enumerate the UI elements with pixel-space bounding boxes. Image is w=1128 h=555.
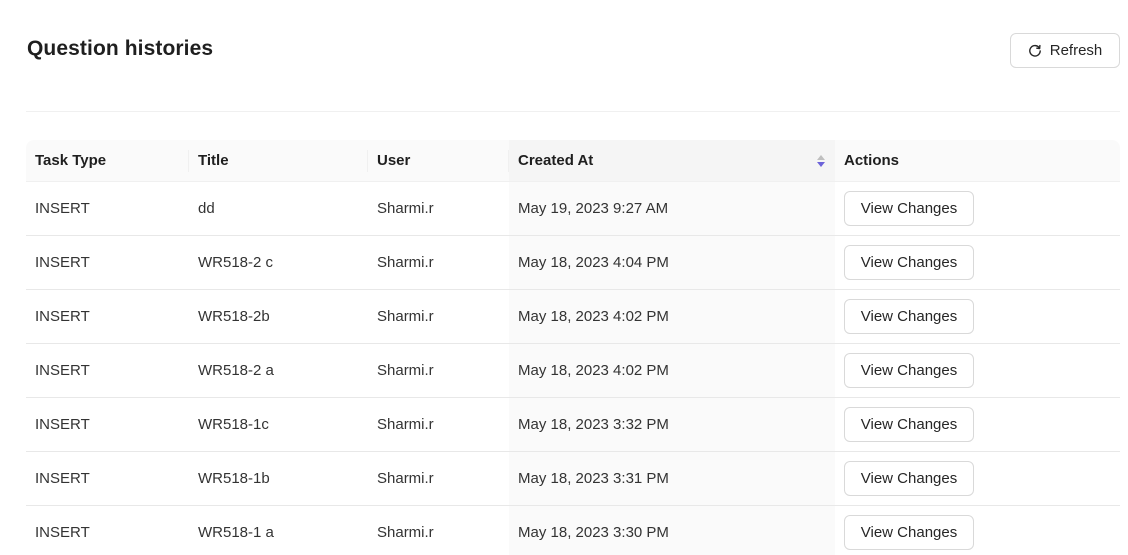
actions-cell: View Changes: [835, 290, 1120, 344]
column-header-created-at[interactable]: Created At: [509, 140, 835, 182]
title-cell: WR518-1b: [189, 452, 368, 506]
actions-cell: View Changes: [835, 182, 1120, 236]
table-row: INSERT WR518-2 a Sharmi.r May 18, 2023 4:02…: [26, 344, 1120, 398]
table-row: INSERT WR518-1c Sharmi.r May 18, 2023 3:32 …: [26, 398, 1120, 452]
actions-cell: View Changes: [835, 506, 1120, 555]
column-header-user: User: [368, 140, 509, 182]
created-at-cell: May 19, 2023 9:27 AM: [509, 182, 835, 236]
user-cell: Sharmi.r: [368, 236, 509, 290]
created-at-cell: May 18, 2023 4:02 PM: [509, 290, 835, 344]
refresh-button-label: Refresh: [1049, 42, 1103, 59]
actions-cell: View Changes: [835, 452, 1120, 506]
table-header-row: Task Type Title User Created At Actions: [26, 140, 1120, 182]
task-type-cell: INSERT: [26, 236, 189, 290]
title-cell: WR518-2b: [189, 290, 368, 344]
task-type-cell: INSERT: [26, 398, 189, 452]
created-at-cell: May 18, 2023 4:04 PM: [509, 236, 835, 290]
user-cell: Sharmi.r: [368, 398, 509, 452]
user-cell: Sharmi.r: [368, 344, 509, 398]
reload-icon: [1028, 44, 1041, 57]
table-row: INSERT dd Sharmi.r May 19, 2023 9:27 AM View…: [26, 182, 1120, 236]
task-type-cell: INSERT: [26, 290, 189, 344]
user-cell: Sharmi.r: [368, 290, 509, 344]
actions-cell: View Changes: [835, 236, 1120, 290]
table-row: INSERT WR518-1b Sharmi.r May 18, 2023 3:31 …: [26, 452, 1120, 506]
title-cell: WR518-2 a: [189, 344, 368, 398]
column-header-task-type: Task Type: [26, 140, 189, 182]
table-row: INSERT WR518-2 c Sharmi.r May 18, 2023 4:04…: [26, 236, 1120, 290]
column-header-title: Title: [189, 140, 368, 182]
task-type-cell: INSERT: [26, 344, 189, 398]
title-cell: WR518-2 c: [189, 236, 368, 290]
view-changes-button[interactable]: View Changes: [844, 407, 974, 442]
created-at-cell: May 18, 2023 3:31 PM: [509, 452, 835, 506]
view-changes-button[interactable]: View Changes: [844, 353, 974, 388]
table-row: INSERT WR518-1 a Sharmi.r May 18, 2023 3:30…: [26, 506, 1120, 555]
sort-icon[interactable]: [817, 154, 825, 167]
question-histories-page: Question histories Refresh Task Type Tit…: [0, 0, 1128, 555]
view-changes-button[interactable]: View Changes: [844, 515, 974, 550]
title-cell: dd: [189, 182, 368, 236]
page-header: Question histories Refresh: [26, 0, 1120, 112]
task-type-cell: INSERT: [26, 452, 189, 506]
view-changes-button[interactable]: View Changes: [844, 299, 974, 334]
created-at-cell: May 18, 2023 3:32 PM: [509, 398, 835, 452]
user-cell: Sharmi.r: [368, 182, 509, 236]
history-table: Task Type Title User Created At Actions …: [26, 140, 1120, 555]
created-at-cell: May 18, 2023 4:02 PM: [509, 344, 835, 398]
table-row: INSERT WR518-2b Sharmi.r May 18, 2023 4:02 …: [26, 290, 1120, 344]
table-body: INSERT dd Sharmi.r May 19, 2023 9:27 AM View…: [26, 182, 1120, 555]
created-at-cell: May 18, 2023 3:30 PM: [509, 506, 835, 555]
title-cell: WR518-1c: [189, 398, 368, 452]
view-changes-button[interactable]: View Changes: [844, 245, 974, 280]
user-cell: Sharmi.r: [368, 506, 509, 555]
title-cell: WR518-1 a: [189, 506, 368, 555]
view-changes-button[interactable]: View Changes: [844, 461, 974, 496]
actions-cell: View Changes: [835, 398, 1120, 452]
refresh-button[interactable]: Refresh: [1010, 33, 1120, 68]
user-cell: Sharmi.r: [368, 452, 509, 506]
view-changes-button[interactable]: View Changes: [844, 191, 974, 226]
page-title: Question histories: [27, 37, 214, 60]
task-type-cell: INSERT: [26, 506, 189, 555]
actions-cell: View Changes: [835, 344, 1120, 398]
column-header-actions: Actions: [835, 140, 1120, 182]
task-type-cell: INSERT: [26, 182, 189, 236]
